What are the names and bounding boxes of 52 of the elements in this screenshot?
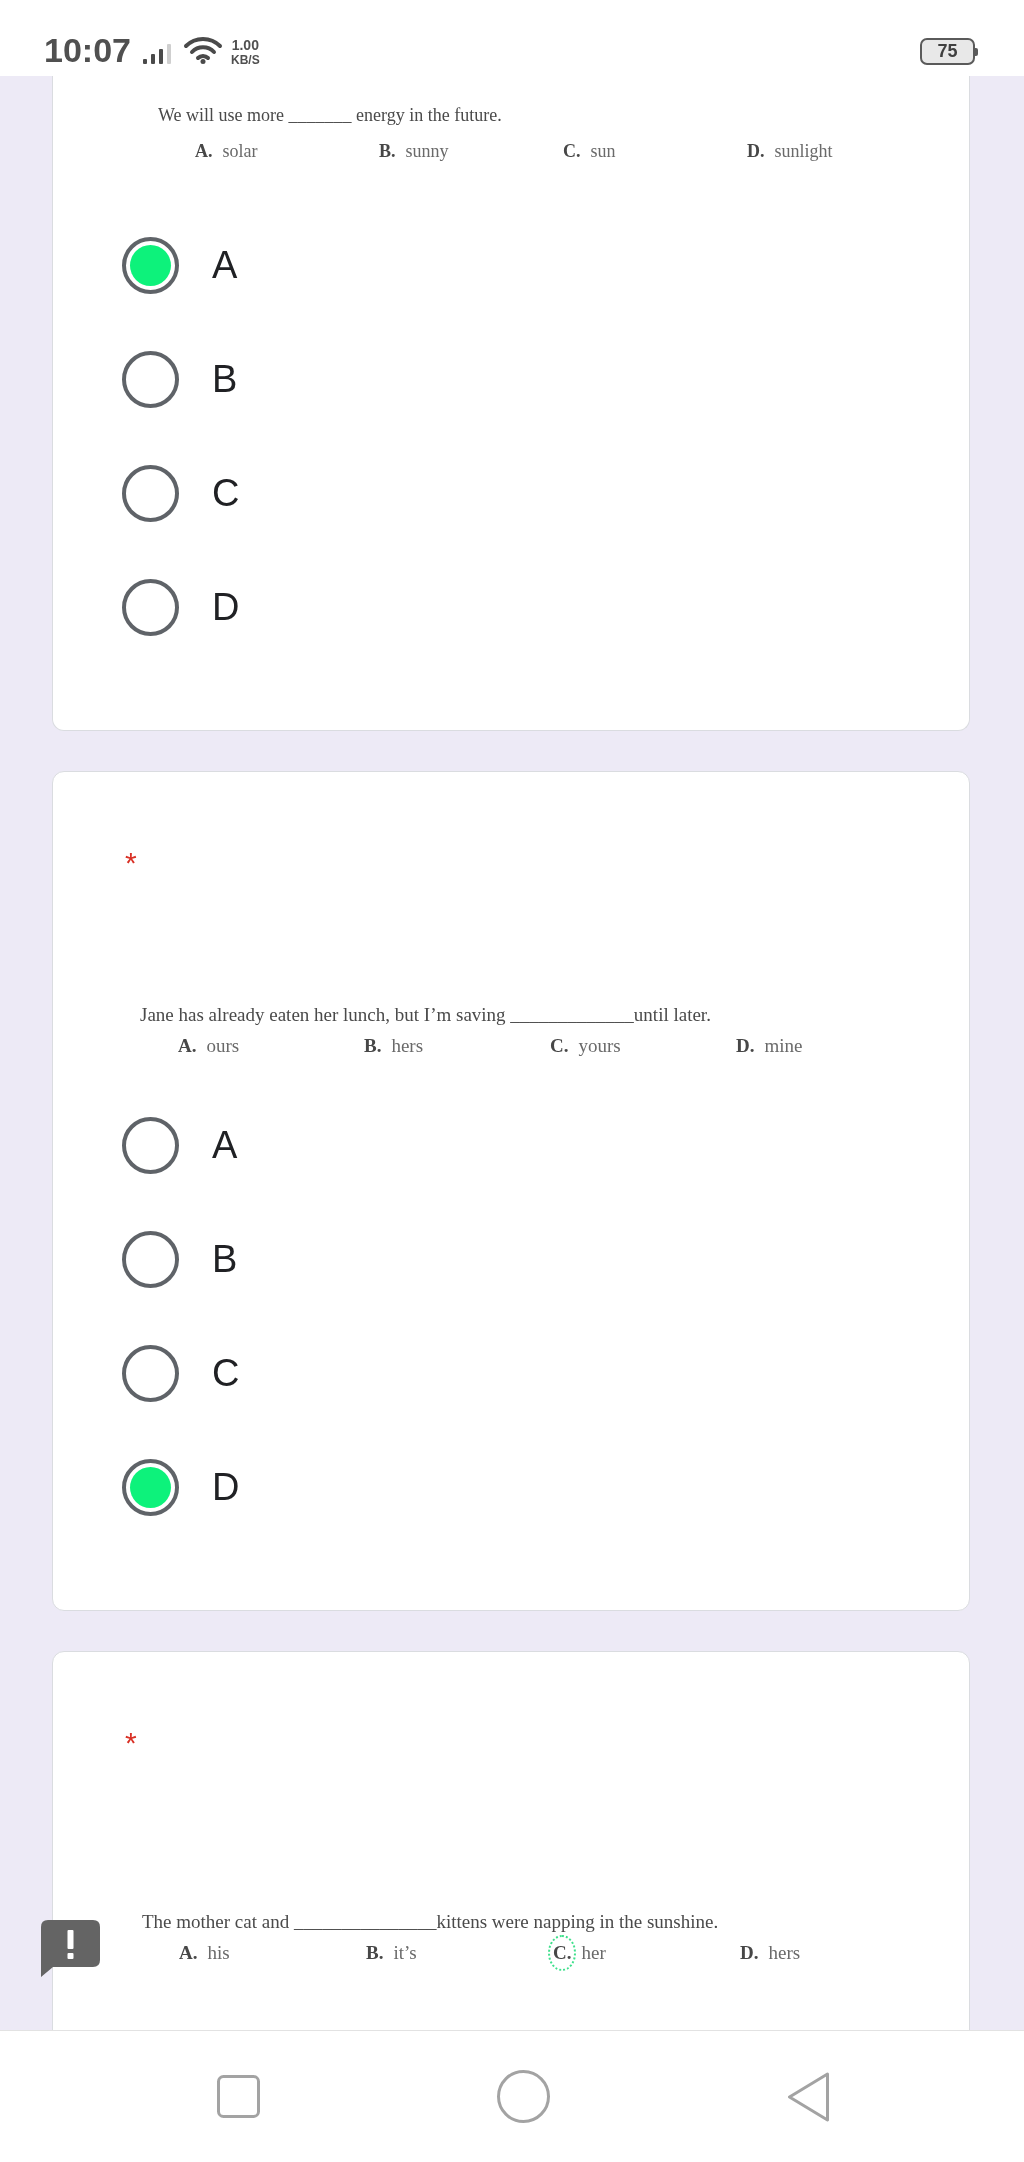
question-text: The mother cat and _______________kittens were napping in the sunshine. [142,1910,719,1934]
radio-button[interactable] [122,578,179,636]
option-text: mine [764,1034,803,1058]
choice-label[interactable]: D [212,585,240,629]
option-letter: D. [747,140,765,163]
alert-bubble-icon[interactable] [41,1920,100,1977]
option-letter: B. [364,1034,382,1058]
choice-label[interactable]: D [212,1465,240,1509]
wifi-icon [182,36,223,64]
radio-button[interactable] [122,236,179,294]
choice-label[interactable]: B [212,357,238,401]
circled-option-letter: C. [548,1935,577,1971]
option-letter: A. [195,140,213,163]
question-text: We will use more _______ energy in the future. [158,104,502,127]
choice-label[interactable]: A [212,1123,238,1167]
choice-label[interactable]: C [212,471,240,515]
option-letter: B. [366,1941,384,1965]
network-speed-unit: KB/S [230,53,260,67]
option-letter: C. [550,1034,569,1058]
option-letter: C. [563,140,581,163]
option-text: hers [768,1941,801,1965]
battery-indicator: 75 [920,38,978,65]
signal-icon [142,44,173,64]
option-letter: A. [179,1941,198,1965]
radio-button[interactable] [122,1458,179,1516]
radio-button[interactable] [122,1344,179,1402]
required-asterisk: * [125,1727,137,1759]
option-text: her [581,1941,606,1965]
option-letter: A. [178,1034,197,1058]
radio-button[interactable] [122,464,179,522]
option-text: sunlight [774,140,833,163]
option-text: ours [206,1034,240,1058]
required-asterisk: * [125,847,137,879]
option-text: it’s [393,1941,417,1965]
choice-label[interactable]: C [212,1351,240,1395]
option-letter: D. [736,1034,755,1058]
clock-time: 10:07 [44,33,131,67]
option-text: sun [590,140,616,163]
radio-button[interactable] [122,1116,179,1174]
option-letter: D. [740,1941,759,1965]
option-text: yours [578,1034,621,1058]
option-text: his [207,1941,230,1965]
choice-label[interactable]: A [212,243,238,287]
option-text: solar [222,140,258,163]
option-letter: B. [379,140,396,163]
radio-button[interactable] [122,350,179,408]
question-text: Jane has already eaten her lunch, but I’m saving _____________until later. [140,1003,711,1027]
option-text: sunny [405,140,449,163]
option-text: hers [391,1034,424,1058]
network-speed-value: 1.00 [231,38,259,53]
radio-button[interactable] [122,1230,179,1288]
choice-label[interactable]: B [212,1237,238,1281]
